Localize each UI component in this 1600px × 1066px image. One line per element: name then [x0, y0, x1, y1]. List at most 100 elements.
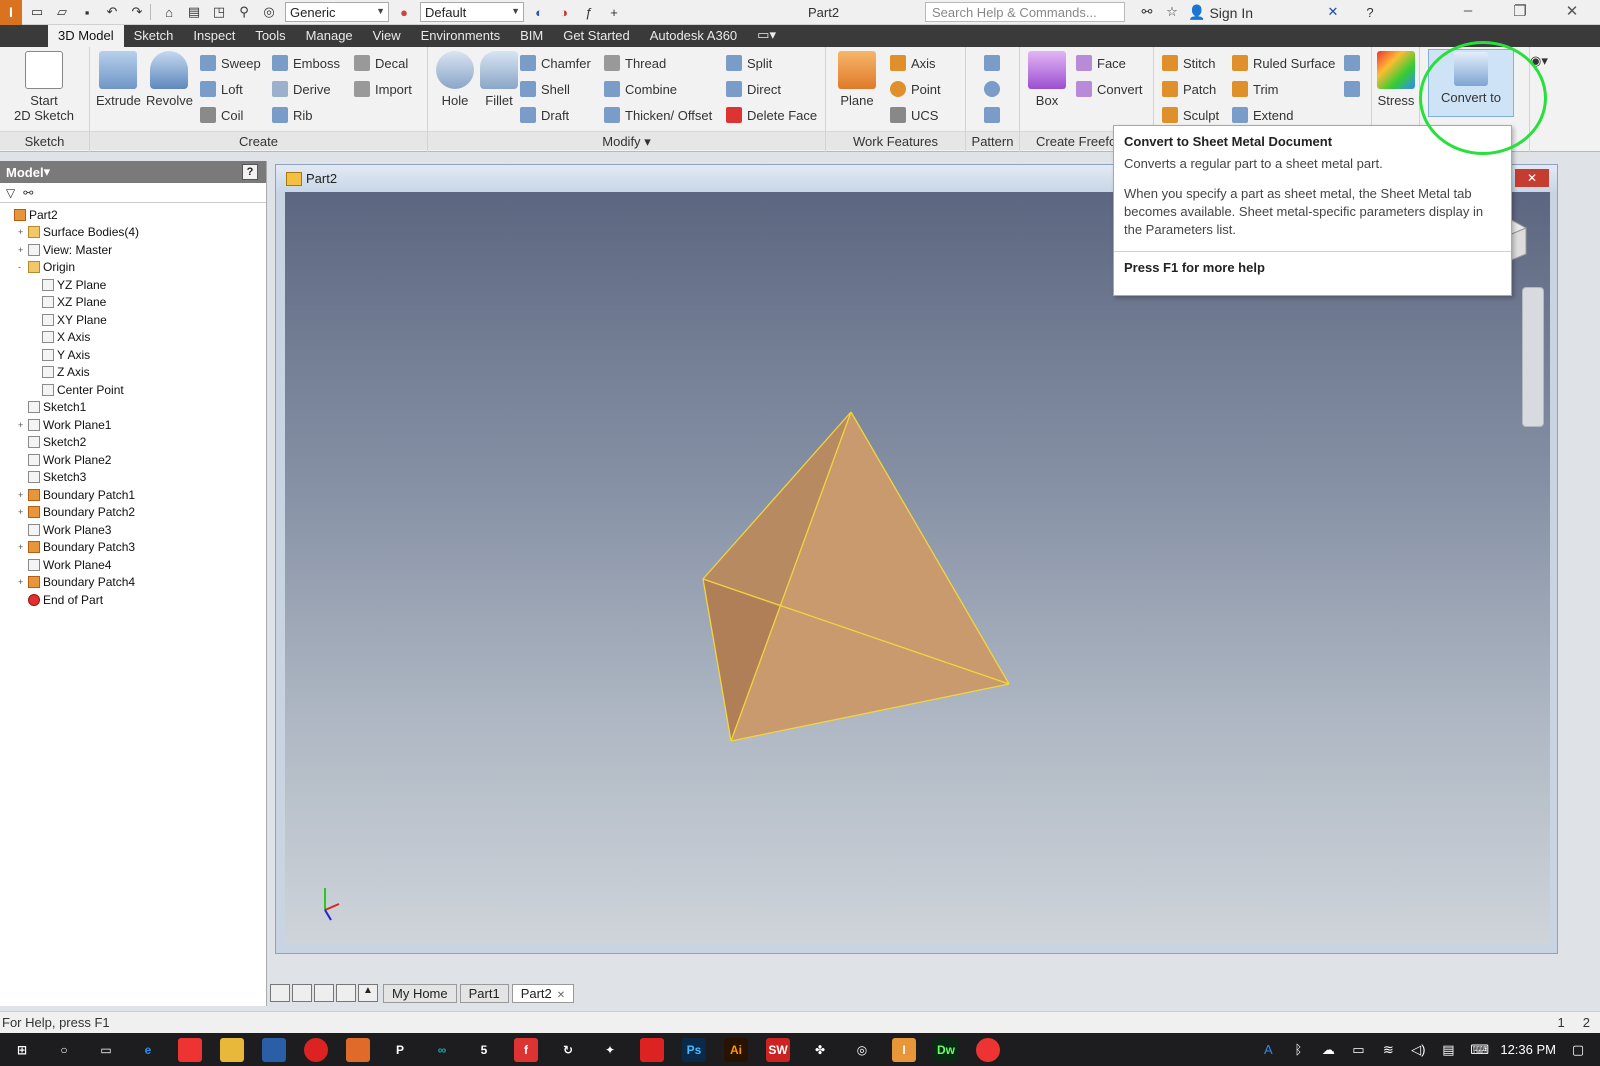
chamfer-button[interactable]: Chamfer [520, 55, 591, 71]
import-button[interactable]: Import [354, 81, 412, 97]
delete-face-button[interactable]: Delete Face [726, 107, 817, 123]
tree-item[interactable]: XY Plane [0, 311, 266, 329]
surface-tool-2-button[interactable] [1344, 81, 1360, 97]
chrome-icon[interactable] [178, 1037, 202, 1062]
surface-tool-1-button[interactable] [1344, 55, 1360, 71]
app-logo-icon[interactable]: I [0, 0, 22, 25]
app-icon[interactable]: 5 [472, 1038, 496, 1062]
close-icon[interactable]: ✕ [557, 990, 565, 1001]
modify-panel-label[interactable]: Modify ▾ [428, 131, 825, 150]
tree-item[interactable]: + Boundary Patch1 [0, 486, 266, 504]
tree-item[interactable]: + View: Master [0, 241, 266, 259]
tab-part1[interactable]: Part1 [459, 983, 509, 1003]
cortana-icon[interactable]: ○ [52, 1038, 76, 1062]
hole-button[interactable]: Hole [436, 51, 474, 108]
tab-sketch[interactable]: Sketch [124, 25, 184, 47]
update-icon[interactable]: ⚲ [234, 3, 254, 21]
print-icon[interactable]: ▤ [184, 3, 204, 21]
arduino-icon[interactable]: ∞ [430, 1038, 454, 1062]
clock[interactable]: 12:36 PM [1500, 1042, 1556, 1057]
tree-item[interactable]: + Boundary Patch3 [0, 539, 266, 557]
clear-appearance-icon[interactable]: ◑ [554, 3, 574, 21]
app-icon[interactable]: ◎ [850, 1038, 874, 1062]
notification-icon[interactable]: ▤ [1440, 1042, 1456, 1058]
tree-item[interactable]: Sketch3 [0, 469, 266, 487]
navigation-bar[interactable] [1522, 287, 1544, 427]
app-icon[interactable] [640, 1037, 664, 1062]
revolve-button[interactable]: Revolve [146, 51, 193, 108]
shell-button[interactable]: Shell [520, 81, 570, 97]
app-icon[interactable]: f [514, 1037, 538, 1062]
browser-header[interactable]: Model ▾ ? [0, 161, 266, 183]
expand-toggle-icon[interactable]: + [18, 420, 28, 430]
tree-item[interactable]: + Boundary Patch2 [0, 504, 266, 522]
expand-toggle-icon[interactable]: + [18, 245, 28, 255]
color-wheel-icon[interactable]: ● [394, 3, 414, 21]
derive-button[interactable]: Derive [272, 81, 331, 97]
tree-item[interactable]: - Origin [0, 259, 266, 277]
solidworks-icon[interactable]: SW [766, 1037, 790, 1062]
sign-in-button[interactable]: 👤 Sign In [1188, 4, 1253, 21]
chrome-icon[interactable] [976, 1037, 1000, 1062]
tetrahedron-model[interactable] [285, 192, 1550, 944]
tray-app-icon[interactable]: ☁ [1320, 1042, 1336, 1058]
tab-tools[interactable]: Tools [245, 25, 295, 47]
convert-button[interactable]: Convert [1076, 81, 1143, 97]
bluetooth-icon[interactable]: ᛒ [1290, 1042, 1306, 1058]
adjust-icon[interactable]: ◐ [529, 3, 549, 21]
material-combo[interactable]: Generic ▼ [285, 2, 389, 22]
tree-item[interactable]: XZ Plane [0, 294, 266, 312]
expand-toggle-icon[interactable]: - [18, 262, 28, 272]
sweep-button[interactable]: Sweep [200, 55, 261, 71]
select-icon[interactable]: ◳ [209, 3, 229, 21]
expand-toggle-icon[interactable]: + [18, 507, 28, 517]
close-icon[interactable]: ✕ [1515, 169, 1549, 187]
decal-button[interactable]: Decal [354, 55, 408, 71]
fx-icon[interactable]: ƒ [579, 3, 599, 21]
extend-button[interactable]: Extend [1232, 107, 1293, 123]
redo-icon[interactable]: ↷ [127, 3, 147, 21]
start-2d-sketch-button[interactable]: Start 2D Sketch [14, 51, 74, 123]
save-icon[interactable]: ▪ [77, 3, 97, 21]
action-center-icon[interactable]: ▢ [1570, 1042, 1586, 1058]
tree-item[interactable]: + Work Plane1 [0, 416, 266, 434]
tree-item[interactable]: Center Point [0, 381, 266, 399]
stitch-button[interactable]: Stitch [1162, 55, 1216, 71]
combine-button[interactable]: Combine [604, 81, 677, 97]
star-icon[interactable]: ☆ [1162, 3, 1182, 21]
filter-icon[interactable]: ▽ [6, 186, 15, 200]
split-button[interactable]: Split [726, 55, 772, 71]
point-button[interactable]: Point [890, 81, 941, 97]
face-button[interactable]: Face [1076, 55, 1126, 71]
tree-item[interactable]: YZ Plane [0, 276, 266, 294]
sculpt-button[interactable]: Sculpt [1162, 107, 1219, 123]
tab-get-started[interactable]: Get Started [553, 25, 639, 47]
tile-icon[interactable] [292, 984, 312, 1002]
tab-3d-model[interactable]: 3D Model [48, 25, 124, 47]
3d-viewport[interactable] [285, 192, 1550, 944]
wifi-icon[interactable]: ≋ [1380, 1042, 1396, 1058]
tile-horizontal-icon[interactable] [314, 984, 334, 1002]
exchange-icon[interactable]: ✕ [1323, 3, 1343, 21]
minimize-icon[interactable]: – [1458, 2, 1478, 22]
app-icon[interactable]: P [388, 1038, 412, 1062]
ruled-surface-button[interactable]: Ruled Surface [1232, 55, 1335, 71]
ribbon-options-icon[interactable]: ▭▾ [747, 24, 786, 47]
help-icon[interactable]: ? [242, 164, 258, 180]
tab-inspect[interactable]: Inspect [183, 25, 245, 47]
tree-item[interactable]: Sketch2 [0, 434, 266, 452]
tree-item[interactable]: Work Plane2 [0, 451, 266, 469]
coil-button[interactable]: Coil [200, 107, 243, 123]
fillet-button[interactable]: Fillet [480, 51, 518, 108]
thicken-offset-button[interactable]: Thicken/ Offset [604, 107, 712, 123]
tab-environments[interactable]: Environments [411, 25, 510, 47]
plane-button[interactable]: Plane [838, 51, 876, 108]
illustrator-icon[interactable]: Ai [724, 1037, 748, 1062]
tree-item[interactable]: Part2 [0, 206, 266, 224]
search-input[interactable]: Search Help & Commands... [925, 2, 1125, 22]
rib-button[interactable]: Rib [272, 107, 313, 123]
restore-icon[interactable]: ❐ [1510, 2, 1530, 22]
box-button[interactable]: Box [1028, 51, 1066, 108]
plus-icon[interactable]: + [604, 3, 624, 21]
circular-pattern-button[interactable] [984, 81, 1000, 97]
